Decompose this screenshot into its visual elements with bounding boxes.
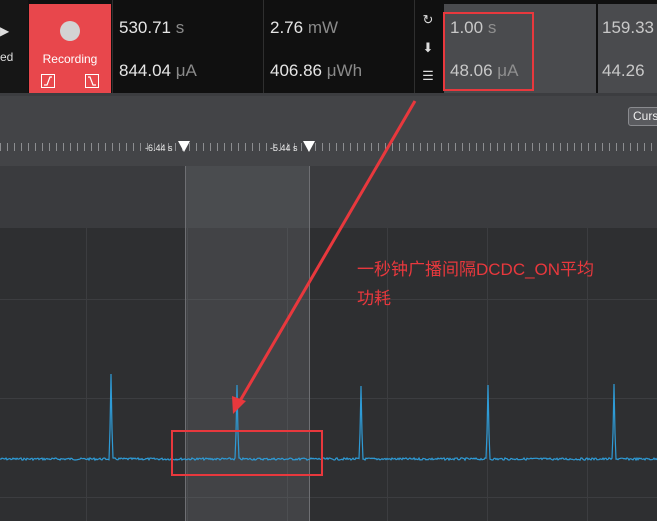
annotation-box-stats: [443, 12, 534, 91]
annotation-text: 一秒钟广播间隔DCDC_ON平均 功耗: [357, 255, 657, 313]
annotation-arrowhead: [232, 396, 246, 414]
annotation-line-1: 一秒钟广播间隔DCDC_ON平均: [357, 260, 595, 279]
annotation-box-peak: [171, 430, 323, 476]
annotation-line-2: 功耗: [357, 289, 391, 308]
annotation-arrow: [235, 100, 417, 407]
trace-line: [0, 373, 657, 462]
